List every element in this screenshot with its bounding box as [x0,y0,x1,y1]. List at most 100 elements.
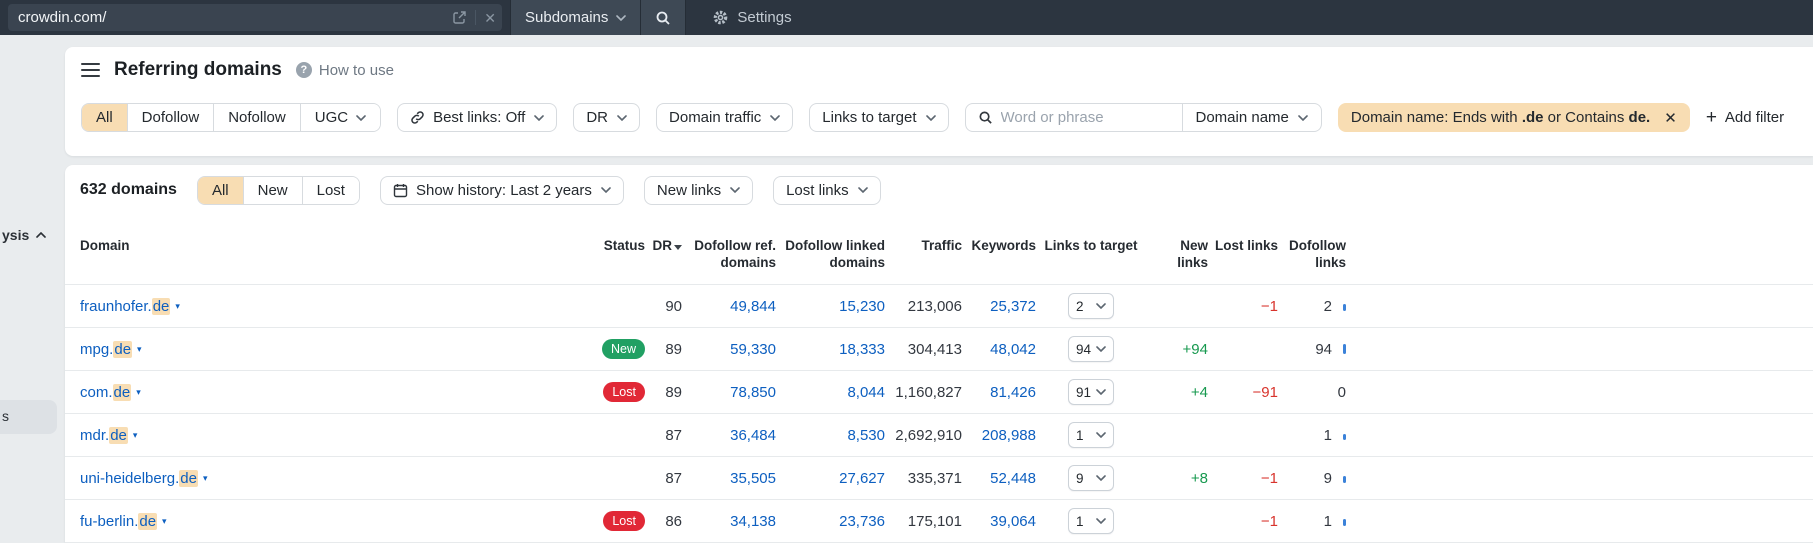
dofollow-linked-domains-value[interactable]: 18,333 [776,341,885,358]
column-header-keywords[interactable]: Keywords [962,237,1036,254]
column-header-status[interactable]: Status [580,237,645,254]
dofollow-ref-domains-value[interactable]: 34,138 [682,513,776,530]
keywords-value[interactable]: 52,448 [962,470,1036,487]
scope-dropdown[interactable]: Subdomains [510,0,642,35]
status-tab-lost[interactable]: Lost [302,176,359,204]
column-header-links-to-target[interactable]: Links to target [1036,237,1146,254]
domain-dropdown-icon[interactable]: ▾ [175,301,180,312]
follow-filter-tabs: All Dofollow Nofollow UGC [81,103,382,132]
links-to-target-cell: 91 [1036,379,1146,405]
keywords-value[interactable]: 39,064 [962,513,1036,530]
dofollow-ref-domains-value[interactable]: 59,330 [682,341,776,358]
dr-filter-button[interactable]: DR [573,103,641,132]
dofollow-ref-domains-value[interactable]: 49,844 [682,298,776,315]
status-tab-all[interactable]: All [197,176,244,204]
links-to-target-select[interactable]: 1 [1068,422,1114,448]
domain-traffic-filter-button[interactable]: Domain traffic [656,103,794,132]
links-to-target-label: Links to target [822,109,917,126]
domain-link[interactable]: mdr.de [80,426,128,444]
domain-link[interactable]: uni-heidelberg.de [80,469,198,487]
column-header-dofollow-links[interactable]: Dofollow links [1278,237,1346,271]
new-links-button[interactable]: New links [643,175,754,205]
search-button[interactable] [641,0,687,35]
column-header-new-links[interactable]: New links [1146,237,1208,271]
status-tab-new[interactable]: New [243,176,303,204]
remove-filter-icon[interactable]: ✕ [1664,109,1677,127]
column-header-label: Lost links [1214,238,1278,253]
filter-tab-all[interactable]: All [82,104,128,131]
domain-link[interactable]: fu-berlin.de [80,512,158,530]
scope-dropdown-label: Subdomains [525,9,609,26]
domain-link[interactable]: com.de [80,383,132,401]
column-header-dr[interactable]: DR [645,237,682,254]
dofollow-ref-domains-value[interactable]: 35,505 [682,470,776,487]
column-header-lost-links[interactable]: Lost links [1208,237,1278,254]
keywords-value[interactable]: 48,042 [962,341,1036,358]
column-header-dofollow-linked-domains[interactable]: Dofollow linked domains [776,237,885,271]
column-header-domain[interactable]: Domain [80,237,580,254]
domain-name-select[interactable]: Domain name [1181,104,1321,131]
sidebar-item-active[interactable]: s [0,400,57,434]
dr-value: 86 [665,512,682,530]
domain-dropdown-icon[interactable]: ▾ [133,430,138,441]
settings-button[interactable]: Settings [712,0,792,35]
links-to-target-filter-button[interactable]: Links to target [809,103,949,132]
links-to-target-select[interactable]: 91 [1068,379,1114,405]
keywords-value[interactable]: 208,988 [962,427,1036,444]
dofollow-ref-domains-value[interactable]: 36,484 [682,427,776,444]
clear-input-icon[interactable]: ✕ [484,11,496,25]
domain-dropdown-icon[interactable]: ▾ [162,516,167,527]
dofollow-linked-domains-value[interactable]: 8,530 [776,427,885,444]
domain-dropdown-icon[interactable]: ▾ [136,387,141,398]
chevron-down-icon [1096,303,1106,309]
menu-icon[interactable] [81,62,100,78]
domain-dropdown-icon[interactable]: ▾ [203,473,208,484]
column-header-label: Keywords [971,238,1036,253]
column-header-traffic[interactable]: Traffic [885,237,962,254]
sidebar-group-collapsed[interactable]: ysis [2,227,47,243]
dofollow-linked-domains-value[interactable]: 15,230 [776,298,885,315]
links-to-target-select[interactable]: 9 [1068,465,1114,491]
links-to-target-cell: 1 [1036,508,1146,534]
links-to-target-select[interactable]: 1 [1068,508,1114,534]
table-row: fu-berlin.de ▾ Lost 86 34,138 23,736 175,101 39… [65,500,1813,543]
dofollow-links-value: 2 [1323,297,1332,315]
filter-tab-ugc[interactable]: UGC [300,104,381,131]
keywords-value[interactable]: 25,372 [962,298,1036,315]
links-to-target-select[interactable]: 2 [1068,293,1114,319]
domain-name-select-label: Domain name [1195,109,1289,126]
page-background: ysis s Referring domains ? How to use Al… [0,35,1813,543]
lost-links-button[interactable]: Lost links [773,175,881,205]
column-header-dofollow-ref-domains[interactable]: Dofollow ref. domains [682,237,776,271]
lost-links-label: Lost links [786,181,849,199]
word-or-phrase-input[interactable] [1000,109,1151,126]
dofollow-linked-domains-value[interactable]: 27,627 [776,470,885,487]
chevron-down-icon [1096,475,1106,481]
add-filter-button[interactable]: + Add filter [1706,108,1784,127]
domain-link[interactable]: fraunhofer.de [80,297,171,315]
domain-dropdown-icon[interactable]: ▾ [137,344,142,355]
traffic-value: 304,413 [907,340,962,358]
status-cell: New [580,339,645,359]
target-url-input[interactable] [8,4,502,31]
dofollow-links-bar [1343,518,1346,526]
keywords-value[interactable]: 81,426 [962,384,1036,401]
chevron-down-icon [857,187,868,193]
status-tab-new-label: New [257,181,288,199]
filter-tab-dofollow[interactable]: Dofollow [127,104,215,131]
best-links-filter-button[interactable]: Best links: Off [397,103,558,132]
status-tab-lost-label: Lost [316,181,345,199]
dofollow-linked-domains-value[interactable]: 8,044 [776,384,885,401]
domain-link[interactable]: mpg.de [80,340,133,358]
active-filter-chip[interactable]: Domain name: Ends with .de or Contains d… [1337,103,1690,132]
results-toolbar: 632 domains All New Lost Show history: Las… [65,175,1813,205]
dofollow-linked-domains-value[interactable]: 23,736 [776,513,885,530]
new-links-value: +8 [1190,469,1208,487]
open-external-icon[interactable] [452,10,467,25]
show-history-button[interactable]: Show history: Last 2 years [379,175,624,205]
how-to-use-link[interactable]: ? How to use [295,62,394,79]
settings-label: Settings [737,9,792,26]
dofollow-ref-domains-value[interactable]: 78,850 [682,384,776,401]
filter-tab-nofollow[interactable]: Nofollow [214,104,301,131]
links-to-target-select[interactable]: 94 [1068,336,1114,362]
